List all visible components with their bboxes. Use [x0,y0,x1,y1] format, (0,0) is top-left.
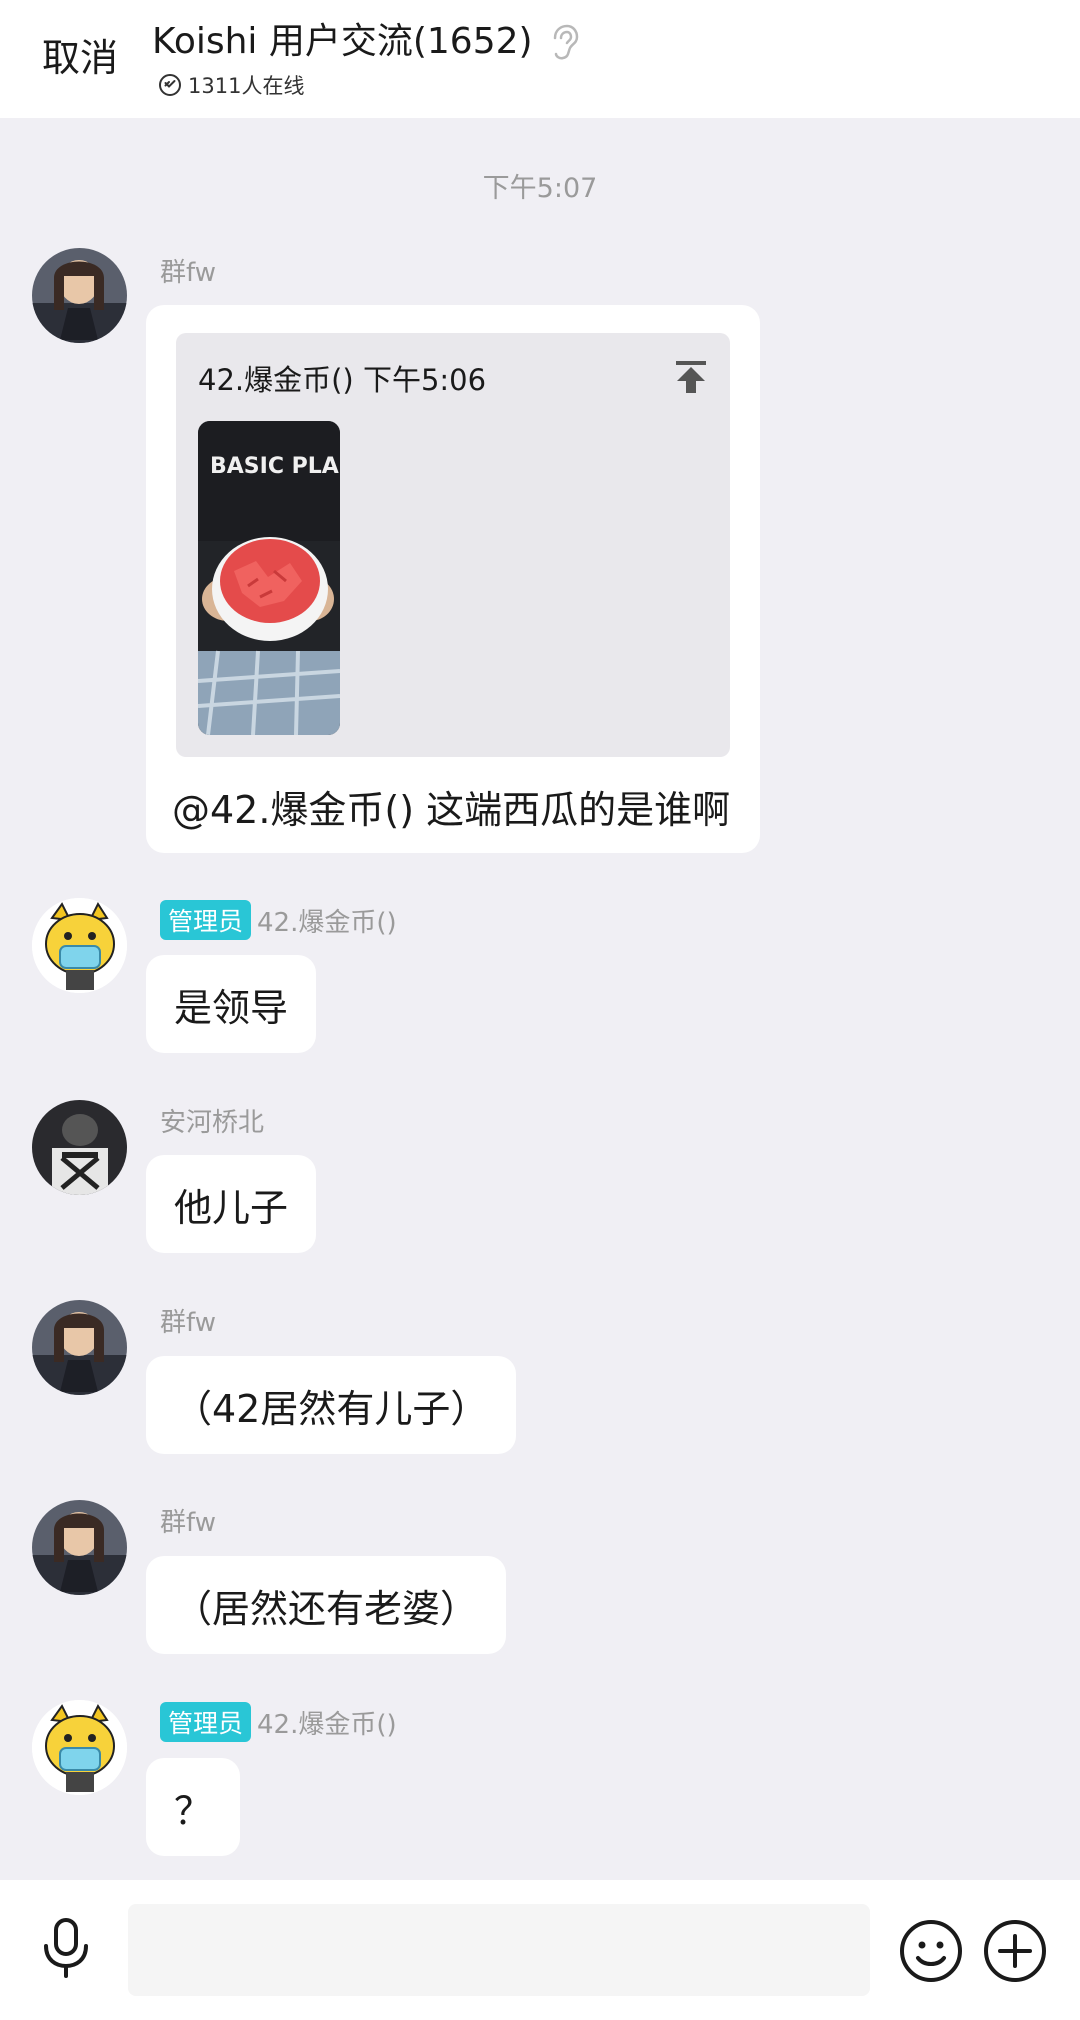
shirt-text: BASIC PLAN [210,454,340,479]
sender-name: 群fw [160,1308,216,1338]
cancel-button[interactable]: 取消 [42,34,118,82]
message-bubble[interactable]: 他儿子 [146,1155,317,1253]
sender-name: 安河桥北 [160,1108,265,1138]
admin-badge: 管理员 [160,900,252,940]
message-bubble[interactable]: 是领导 [146,955,317,1053]
check-circle-icon [159,74,181,96]
sender-name: 群fw [160,258,216,288]
message-text: @42.爆金币() 这端西瓜的是谁啊 [172,788,731,832]
avatar[interactable] [32,1700,127,1795]
quote-author-time: 42.爆金币() 下午5:06 [198,363,487,397]
emoji-icon[interactable] [898,1918,964,1984]
message-text: （居然还有老婆） [174,1586,479,1631]
avatar[interactable] [32,1500,127,1595]
sender-name: 群fw [160,1508,216,1538]
message-text: ？ [174,1788,213,1833]
avatar[interactable] [32,898,127,993]
chat-title: Koishi 用户交流(1652) [152,21,533,62]
pin-top-icon[interactable] [674,359,708,395]
sender-row: 管理员 42.爆金币() [160,900,397,940]
message-timestamp: 下午5:07 [482,173,598,204]
ear-icon[interactable] [547,24,579,60]
input-bar [0,1880,1080,2020]
message-text: 是领导 [174,985,289,1030]
message-text: 他儿子 [174,1185,289,1230]
message-bubble[interactable]: （42居然有儿子） [146,1356,517,1454]
message-bubble[interactable]: 42.爆金币() 下午5:06 BASIC PLAN @42.爆金币() 这端西… [146,305,760,853]
online-count: 1311人在线 [188,74,305,98]
avatar[interactable] [32,1100,127,1195]
chat-title-row[interactable]: Koishi 用户交流(1652) [152,18,579,66]
sender-name: 42.爆金币() [257,907,397,938]
message-bubble[interactable]: （居然还有老婆） [146,1556,507,1654]
watermelon-photo[interactable]: BASIC PLAN [198,421,340,735]
plus-circle-icon[interactable] [982,1918,1048,1984]
quoted-message[interactable]: 42.爆金币() 下午5:06 BASIC PLAN [176,333,730,757]
message-bubble[interactable]: ？ [146,1758,241,1856]
microphone-icon[interactable] [38,1916,94,1980]
sender-name: 42.爆金币() [257,1709,397,1740]
message-input[interactable] [128,1904,870,1996]
chat-header: 取消 Koishi 用户交流(1652) 1311人在线 [0,0,1080,118]
admin-badge: 管理员 [160,1702,252,1742]
avatar[interactable] [32,248,127,343]
message-text: （42居然有儿子） [174,1386,489,1431]
sender-row: 管理员 42.爆金币() [160,1702,397,1742]
avatar[interactable] [32,1300,127,1395]
online-status: 1311人在线 [158,70,304,100]
